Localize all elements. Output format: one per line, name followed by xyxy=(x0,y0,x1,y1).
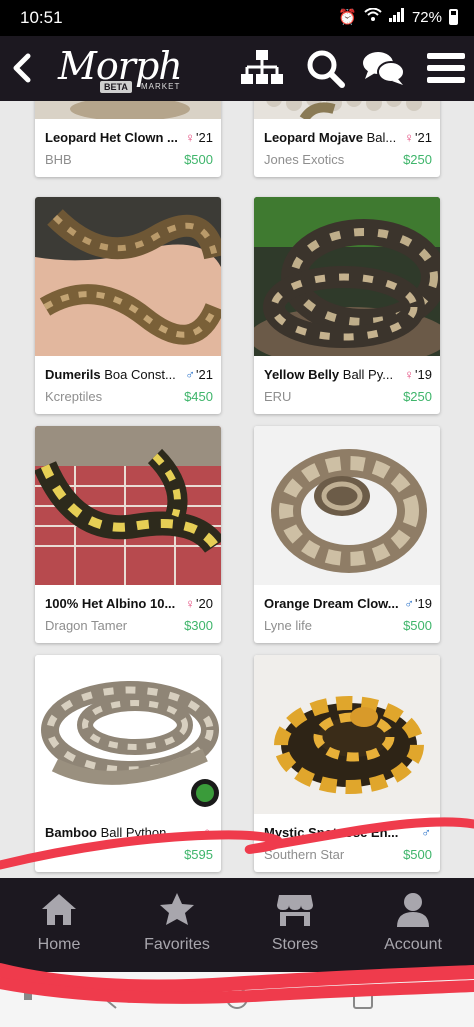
listing-photo xyxy=(35,426,221,585)
star-icon xyxy=(160,893,194,925)
nav-account-label: Account xyxy=(384,936,442,953)
logo-beta-badge: BETA xyxy=(100,81,132,93)
male-icon: ♂ xyxy=(404,596,415,611)
listing-title: Orange Dream Clow... xyxy=(264,596,399,611)
listing-photo xyxy=(254,655,440,814)
listing-title: Leopard Het Clown ... xyxy=(45,130,178,145)
listing-photo xyxy=(254,197,440,356)
alarm-icon: ⏰ xyxy=(338,9,357,26)
battery-percent: 72% xyxy=(411,8,442,26)
battery-icon xyxy=(449,9,458,25)
listing-seller: Lyne life xyxy=(264,618,312,633)
listing-title-rest: Bal... xyxy=(362,130,397,145)
search-icon[interactable] xyxy=(304,48,348,88)
listing-title-rest: Ball Python xyxy=(97,825,167,840)
listing-price: $250 xyxy=(403,389,432,404)
android-system-nav xyxy=(0,972,474,1027)
nav-home[interactable]: Home xyxy=(0,878,118,972)
system-overview-icon[interactable] xyxy=(352,986,374,1010)
store-icon xyxy=(277,895,313,926)
listing-seller: Southern Star xyxy=(264,847,345,862)
listing-seller: Kcreptiles xyxy=(45,389,103,404)
status-icons: ⏰ 72% xyxy=(338,7,458,26)
nav-home-label: Home xyxy=(37,936,81,953)
listing-price: $500 xyxy=(184,152,213,167)
status-bar: 10:51 ⏰ 72% xyxy=(0,0,474,36)
listing-photo xyxy=(254,101,440,119)
listing-price: $250 xyxy=(403,152,432,167)
wifi-icon xyxy=(364,7,382,26)
listing-grid: Leopard Het Clown ... ♀ '21 BHB $500 Leop… xyxy=(0,101,474,878)
nav-account[interactable]: Account xyxy=(354,878,472,972)
listing-title: Mystic Spotnose En... xyxy=(264,825,399,840)
listing-card[interactable]: Leopard Het Clown ... ♀ '21 BHB $500 xyxy=(35,101,221,177)
home-icon xyxy=(42,894,76,925)
listing-title-rest: Boa Const... xyxy=(100,367,176,382)
listing-card[interactable]: Dumerils Boa Const... ♂ '21 Kcreptiles $4… xyxy=(35,197,221,414)
listing-title: Dumerils xyxy=(45,367,101,382)
listing-year: '21 xyxy=(196,130,213,145)
listing-photo xyxy=(35,101,221,119)
listing-seller: Jones Exotics xyxy=(264,152,345,167)
bottom-nav: Home Favorites Stores Account xyxy=(0,878,474,972)
female-icon: ♀ xyxy=(185,130,196,145)
listing-seller: BHB xyxy=(45,152,72,167)
listing-year: '21 xyxy=(415,130,432,145)
morph-market-logo[interactable]: Morph BETA MARKET xyxy=(58,44,183,94)
logo-market-label: MARKET xyxy=(141,82,181,91)
listing-price: $500 xyxy=(403,618,432,633)
male-icon: ♂ xyxy=(185,367,196,382)
female-icon: ♀ xyxy=(185,596,196,611)
chat-icon[interactable] xyxy=(362,48,406,88)
listing-card[interactable]: Mystic Spotnose En... ♂ Southern Star $5… xyxy=(254,655,440,872)
listing-year: '19 xyxy=(415,596,432,611)
female-icon: ♀ xyxy=(202,825,212,840)
female-icon: ♀ xyxy=(404,367,415,382)
listing-photo xyxy=(254,426,440,585)
system-back-icon[interactable] xyxy=(100,986,120,1010)
listing-title: Leopard Mojave xyxy=(264,130,363,145)
listing-price: $300 xyxy=(184,618,213,633)
listing-title: 100% Het Albino 10... xyxy=(45,596,176,611)
listing-card[interactable]: 100% Het Albino 10... ♀ '20 Dragon Tamer … xyxy=(35,426,221,643)
nav-favorites-label: Favorites xyxy=(144,936,210,953)
listing-price: $500 xyxy=(403,847,432,862)
listing-price: $595 xyxy=(184,847,213,862)
listing-photo xyxy=(35,655,221,814)
listing-price: $450 xyxy=(184,389,213,404)
account-icon xyxy=(397,893,429,927)
male-icon: ♂ xyxy=(421,825,431,840)
listing-card[interactable]: Leopard Mojave Bal... ♀ '21 Jones Exotics… xyxy=(254,101,440,177)
listing-title-rest: Ball Py... xyxy=(339,367,394,382)
listing-photo xyxy=(35,197,221,356)
listing-year: '19 xyxy=(415,367,432,382)
listing-card[interactable]: Orange Dream Clow... ♂ '19 Lyne life $500 xyxy=(254,426,440,643)
category-tree-icon[interactable] xyxy=(240,48,284,88)
status-time: 10:51 xyxy=(20,8,63,27)
listing-seller: Dragon Tamer xyxy=(45,618,128,633)
nav-stores[interactable]: Stores xyxy=(236,878,354,972)
system-home-icon[interactable] xyxy=(225,986,249,1010)
listing-card[interactable]: Yellow Belly Ball Py... ♀ '19 ERU $250 xyxy=(254,197,440,414)
menu-icon[interactable] xyxy=(424,48,468,88)
listing-year: '21 xyxy=(196,367,213,382)
recent-apps-icon[interactable] xyxy=(24,992,34,1002)
nav-stores-label: Stores xyxy=(271,936,319,953)
female-icon: ♀ xyxy=(404,130,415,145)
nav-favorites[interactable]: Favorites xyxy=(118,878,236,972)
listing-title: Bamboo xyxy=(45,825,97,840)
listing-seller: ERU xyxy=(264,389,292,404)
listing-card[interactable]: Bamboo Ball Python ♀ $595 xyxy=(35,655,221,872)
listing-year: '20 xyxy=(196,596,213,611)
back-icon[interactable] xyxy=(8,48,38,88)
app-header: Morph BETA MARKET xyxy=(0,36,474,101)
signal-icon xyxy=(388,8,405,26)
listing-title: Yellow Belly xyxy=(264,367,340,382)
